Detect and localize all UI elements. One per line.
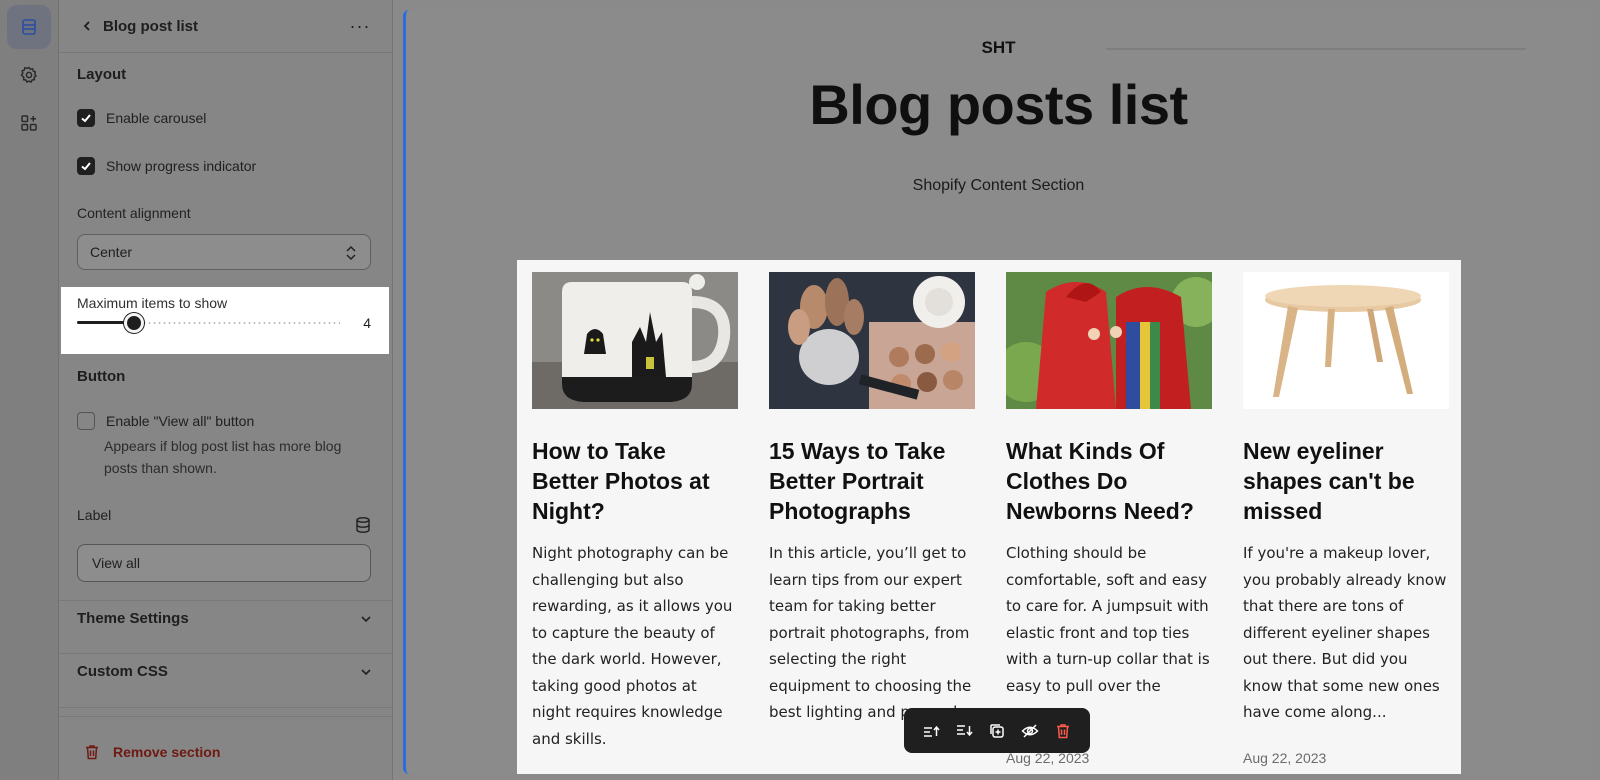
settings-panel: Blog post list ··· Layout Enable carouse…: [59, 0, 393, 780]
blog-post-image[interactable]: [1006, 272, 1212, 409]
blog-card-excerpt: If you're a makeup lover, you probably a…: [1243, 544, 1447, 721]
section-action-toolbar: [904, 708, 1090, 753]
show-progress-label: Show progress indicator: [106, 158, 257, 174]
store-brand[interactable]: SHT: [406, 38, 1591, 58]
blog-post-image[interactable]: [769, 272, 975, 409]
enable-view-all-checkbox[interactable]: Enable "View all" button: [77, 412, 254, 430]
blog-card-date: Aug 22, 2023: [1243, 750, 1327, 766]
blog-card-title[interactable]: 15 Ways to Take Better Portrait Photogra…: [769, 436, 975, 526]
checkbox-checked-icon[interactable]: [77, 109, 95, 127]
add-apps-icon[interactable]: [7, 101, 51, 145]
label-field-label: Label: [77, 507, 112, 523]
blog-card-title[interactable]: How to Take Better Photos at Night?: [532, 436, 738, 526]
content-alignment-label: Content alignment: [77, 205, 191, 221]
blog-card-title[interactable]: New eyeliner shapes can't be missed: [1243, 436, 1449, 526]
enable-view-all-label: Enable "View all" button: [106, 413, 255, 429]
chevron-down-icon: [361, 668, 371, 675]
blog-post-image[interactable]: [1243, 272, 1449, 409]
theme-settings-accordion[interactable]: Theme Settings: [77, 610, 373, 627]
delete-icon[interactable]: [1050, 718, 1076, 744]
theme-preview: SHT Blog posts list Shopify Content Sect…: [403, 10, 1591, 774]
move-down-icon[interactable]: [951, 718, 977, 744]
blog-card[interactable]: What Kinds Of Clothes Do Newborns Need? …: [1006, 272, 1212, 699]
max-items-slider-thumb[interactable]: [124, 313, 144, 333]
blog-card[interactable]: 15 Ways to Take Better Portrait Photogra…: [769, 272, 975, 726]
settings-gear-icon[interactable]: [7, 53, 51, 97]
more-actions-icon[interactable]: ···: [346, 16, 374, 37]
blog-card-title[interactable]: What Kinds Of Clothes Do Newborns Need?: [1006, 436, 1212, 526]
select-chevron-icon: [346, 245, 356, 261]
dynamic-source-icon[interactable]: [354, 516, 372, 534]
max-items-value: 4: [363, 315, 371, 331]
view-all-help-text: Appears if blog post list has more blog …: [104, 438, 342, 476]
hide-icon[interactable]: [1017, 718, 1043, 744]
max-items-setting: Maximum items to show 4: [61, 287, 389, 354]
trash-icon: [86, 745, 98, 760]
blog-card-excerpt: Night photography can be challenging but…: [532, 544, 733, 748]
blog-card-excerpt: Clothing should be comfortable, soft and…: [1006, 544, 1210, 695]
content-alignment-select[interactable]: Center: [77, 234, 371, 270]
blog-card[interactable]: How to Take Better Photos at Night? Nigh…: [532, 272, 738, 752]
custom-css-label: Custom CSS: [77, 663, 168, 680]
icon-rail: [0, 0, 59, 780]
move-up-icon[interactable]: [918, 718, 944, 744]
section-subtitle: Shopify Content Section: [912, 177, 1085, 194]
checkbox-unchecked-icon[interactable]: [77, 412, 95, 430]
button-heading: Button: [77, 368, 126, 385]
label-input-value: View all: [92, 555, 140, 571]
remove-section-button[interactable]: Remove section: [83, 743, 220, 761]
enable-carousel-label: Enable carousel: [106, 110, 207, 126]
section-title: Blog posts list: [809, 73, 1188, 136]
remove-section-label: Remove section: [113, 744, 221, 760]
blog-post-image[interactable]: [532, 272, 738, 409]
content-alignment-value: Center: [90, 244, 133, 260]
divider: [59, 707, 393, 708]
theme-settings-label: Theme Settings: [77, 610, 189, 627]
enable-carousel-checkbox[interactable]: Enable carousel: [77, 109, 206, 127]
duplicate-icon[interactable]: [984, 718, 1010, 744]
layout-heading: Layout: [77, 66, 127, 83]
checkbox-checked-icon[interactable]: [77, 157, 95, 175]
custom-css-accordion[interactable]: Custom CSS: [77, 663, 373, 680]
label-text-input[interactable]: View all: [77, 544, 371, 582]
blog-cards-grid: How to Take Better Photos at Night? Nigh…: [517, 260, 1461, 774]
panel-title: Blog post list: [103, 17, 198, 35]
blog-card[interactable]: New eyeliner shapes can't be missed If y…: [1243, 272, 1449, 726]
show-progress-checkbox[interactable]: Show progress indicator: [77, 157, 256, 175]
back-arrow-icon[interactable]: [77, 16, 97, 36]
divider: [59, 716, 393, 717]
chevron-down-icon: [361, 615, 371, 622]
divider: [59, 653, 393, 654]
divider: [59, 600, 393, 601]
blog-card-excerpt: In this article, you’ll get to learn tip…: [769, 544, 972, 721]
panel-header: Blog post list ···: [59, 0, 392, 53]
sections-icon[interactable]: [7, 5, 51, 49]
max-items-label: Maximum items to show: [77, 295, 228, 311]
